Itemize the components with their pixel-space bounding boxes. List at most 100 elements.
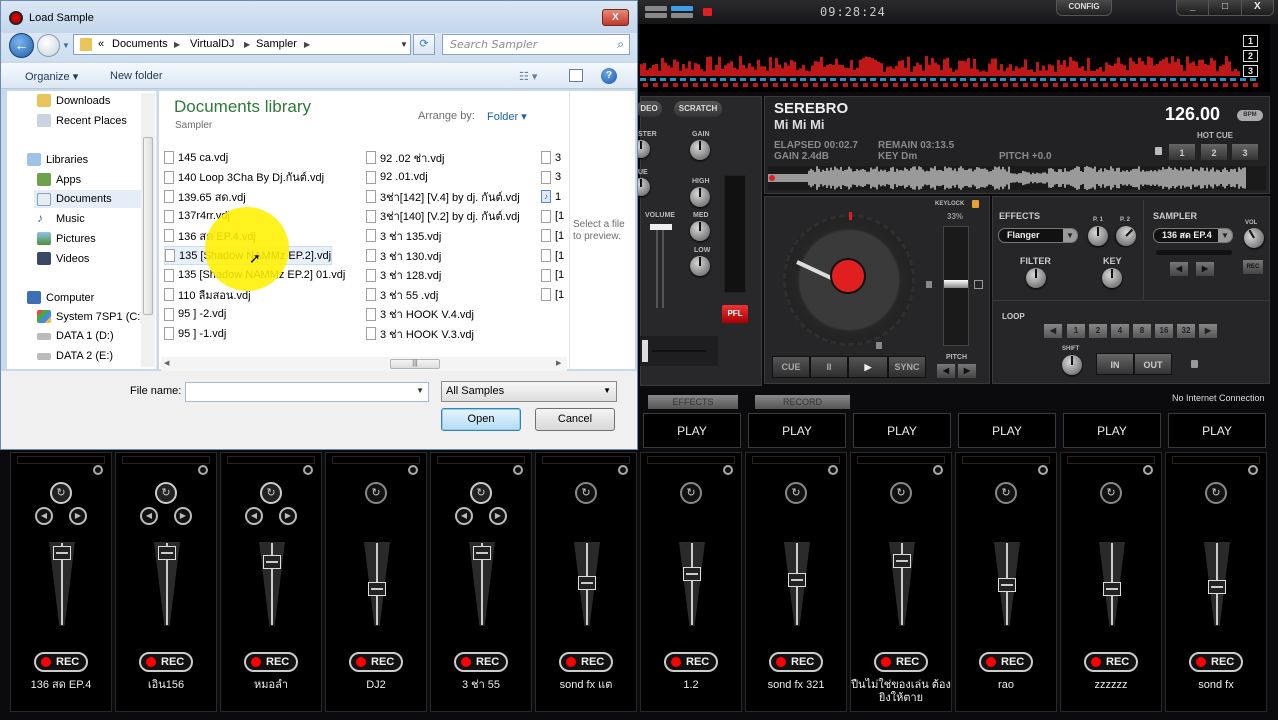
nav-documents[interactable]: Documents bbox=[34, 190, 152, 208]
play-pad-button[interactable]: PLAY bbox=[643, 413, 741, 448]
open-button[interactable]: Open bbox=[441, 408, 521, 431]
play-pad-button[interactable]: PLAY bbox=[853, 413, 951, 448]
pfl-button[interactable]: PFL bbox=[722, 305, 748, 323]
file-item[interactable]: 3 ช่า 135.vdj bbox=[366, 226, 441, 245]
loop-shift-knob[interactable] bbox=[1062, 355, 1082, 375]
file-item[interactable]: [1 bbox=[541, 285, 564, 304]
maximize-button[interactable]: □ bbox=[1209, 0, 1242, 15]
loop-toggle-icon[interactable]: ↻ bbox=[365, 482, 387, 504]
nav-apps[interactable]: Apps bbox=[37, 173, 81, 186]
nav-drive-c[interactable]: System 7SP1 (C:) bbox=[37, 310, 144, 323]
breadcrumb-documents[interactable]: Documents bbox=[112, 38, 168, 50]
keylock-icon[interactable] bbox=[972, 200, 979, 208]
close-button[interactable]: X bbox=[1242, 0, 1273, 15]
slot-options-icon[interactable] bbox=[513, 465, 523, 475]
slot-volume-fader[interactable] bbox=[368, 582, 386, 597]
loop-1-button[interactable]: 1 bbox=[1067, 324, 1085, 338]
effect-select[interactable]: Flanger bbox=[998, 228, 1078, 243]
loop-4-button[interactable]: 4 bbox=[1111, 324, 1129, 338]
file-item[interactable]: 95 ] -2.vdj bbox=[164, 305, 226, 324]
volume-fader-track[interactable] bbox=[656, 230, 664, 308]
file-item[interactable]: 3 ช่า 128.vdj bbox=[366, 266, 441, 285]
slot-options-icon[interactable] bbox=[1143, 465, 1153, 475]
loop-32-button[interactable]: 32 bbox=[1177, 324, 1195, 338]
nav-computer[interactable]: Computer bbox=[27, 291, 94, 304]
dialog-titlebar[interactable] bbox=[1, 1, 637, 33]
loop-toggle-icon[interactable]: ↻ bbox=[1205, 482, 1227, 504]
loop-2-button[interactable]: 2 bbox=[1089, 324, 1107, 338]
bpm-badge[interactable]: BPM bbox=[1237, 110, 1263, 121]
play-pad-button[interactable]: PLAY bbox=[748, 413, 846, 448]
nav-pictures[interactable]: Pictures bbox=[37, 232, 96, 245]
file-item[interactable]: 3 ช่า 130.vdj bbox=[366, 246, 441, 265]
loop-8-button[interactable]: 8 bbox=[1133, 324, 1151, 338]
nav-drive-d[interactable]: DATA 1 (D:) bbox=[37, 330, 114, 342]
forward-button[interactable] bbox=[37, 34, 60, 57]
sampler-next-button[interactable]: ▶ bbox=[1196, 262, 1214, 276]
slot-rec-button[interactable]: REC bbox=[664, 652, 718, 672]
slot-options-icon[interactable] bbox=[198, 465, 208, 475]
loop-toggle-icon[interactable]: ↻ bbox=[890, 482, 912, 504]
slot-options-icon[interactable] bbox=[828, 465, 838, 475]
loop-toggle-icon[interactable]: ↻ bbox=[260, 482, 282, 504]
slot-volume-fader[interactable] bbox=[473, 546, 491, 561]
slot-rec-button[interactable]: REC bbox=[349, 652, 403, 672]
nav-drive-e[interactable]: DATA 2 (E:) bbox=[37, 350, 113, 362]
nav-libraries[interactable]: Libraries bbox=[27, 153, 88, 166]
slot-rec-button[interactable]: REC bbox=[34, 652, 88, 672]
minimize-button[interactable]: _ bbox=[1177, 0, 1210, 15]
slot-options-icon[interactable] bbox=[408, 465, 418, 475]
loop-lock-icon[interactable] bbox=[1191, 360, 1198, 368]
hot-cue-1-button[interactable]: 1 bbox=[1168, 143, 1196, 161]
file-item[interactable]: 3ช่า[142] [V.4] by dj. กันต์.vdj bbox=[366, 187, 520, 206]
sync-button[interactable]: SYNC bbox=[888, 356, 926, 378]
organize-menu[interactable]: Organize ▾ bbox=[25, 70, 78, 83]
high-eq-knob[interactable] bbox=[690, 187, 710, 207]
video-button[interactable]: DEO bbox=[636, 101, 662, 117]
file-item[interactable]: [1 bbox=[541, 226, 564, 245]
arrange-by-dropdown[interactable]: Folder ▾ bbox=[487, 110, 527, 123]
scratch-button[interactable]: SCRATCH bbox=[674, 101, 722, 117]
breadcrumb-virtualdj[interactable]: VirtualDJ bbox=[190, 38, 234, 50]
file-item[interactable]: 92 .01.vdj bbox=[366, 168, 428, 187]
deck-2-button[interactable]: 2 bbox=[1243, 50, 1258, 62]
preview-pane-icon[interactable] bbox=[569, 69, 583, 82]
file-item[interactable]: 140 Loop 3Cha By Dj.กันต์.vdj bbox=[164, 168, 324, 187]
breadcrumb-sampler[interactable]: Sampler bbox=[256, 38, 297, 50]
slot-rec-button[interactable]: REC bbox=[874, 652, 928, 672]
pitch-lock-icon[interactable] bbox=[926, 281, 932, 288]
hot-cue-3-button[interactable]: 3 bbox=[1231, 143, 1259, 161]
loop-toggle-icon[interactable]: ↻ bbox=[155, 482, 177, 504]
hot-cue-2-button[interactable]: 2 bbox=[1200, 143, 1228, 161]
play-pad-button[interactable]: PLAY bbox=[1063, 413, 1161, 448]
slot-rec-button[interactable]: REC bbox=[139, 652, 193, 672]
layout-icon[interactable] bbox=[671, 13, 693, 18]
gain-knob[interactable] bbox=[690, 140, 710, 160]
slot-volume-fader[interactable] bbox=[263, 555, 281, 570]
filter-knob[interactable] bbox=[1026, 268, 1046, 288]
back-button[interactable]: ← bbox=[9, 33, 34, 58]
loop-toggle-icon[interactable]: ↻ bbox=[995, 482, 1017, 504]
slot-rec-button[interactable]: REC bbox=[1084, 652, 1138, 672]
search-input[interactable]: Search Sampler ⌕ bbox=[442, 34, 630, 55]
tab-effects[interactable]: EFFECTS bbox=[648, 395, 738, 409]
file-item[interactable]: 92 .02 ช่า.vdj bbox=[366, 148, 444, 167]
scroll-left-icon[interactable]: ◀ bbox=[164, 359, 169, 367]
slot-next-icon[interactable]: ▶ bbox=[489, 507, 507, 525]
file-name-input[interactable]: ▼ bbox=[185, 382, 429, 402]
sampler-select[interactable]: 136 สด EP.4 bbox=[1153, 228, 1233, 243]
loop-16-button[interactable]: 16 bbox=[1155, 324, 1173, 338]
horizontal-scrollbar-thumb[interactable]: ||| bbox=[390, 359, 440, 369]
file-item[interactable]: 95 ] -1.vdj bbox=[164, 324, 226, 343]
file-item[interactable]: 3 ช่า 55 .vdj bbox=[366, 285, 438, 304]
loop-toggle-icon[interactable]: ↻ bbox=[50, 482, 72, 504]
slot-prev-icon[interactable]: ◀ bbox=[35, 507, 53, 525]
slot-rec-button[interactable]: REC bbox=[454, 652, 508, 672]
refresh-button[interactable]: ⟳ bbox=[413, 34, 435, 55]
slot-next-icon[interactable]: ▶ bbox=[69, 507, 87, 525]
file-item[interactable]: 139.65 สด.vdj bbox=[164, 187, 246, 206]
slot-rec-button[interactable]: REC bbox=[244, 652, 298, 672]
slot-volume-fader[interactable] bbox=[158, 546, 176, 561]
slot-volume-fader[interactable] bbox=[788, 572, 806, 587]
slot-volume-fader[interactable] bbox=[683, 566, 701, 581]
